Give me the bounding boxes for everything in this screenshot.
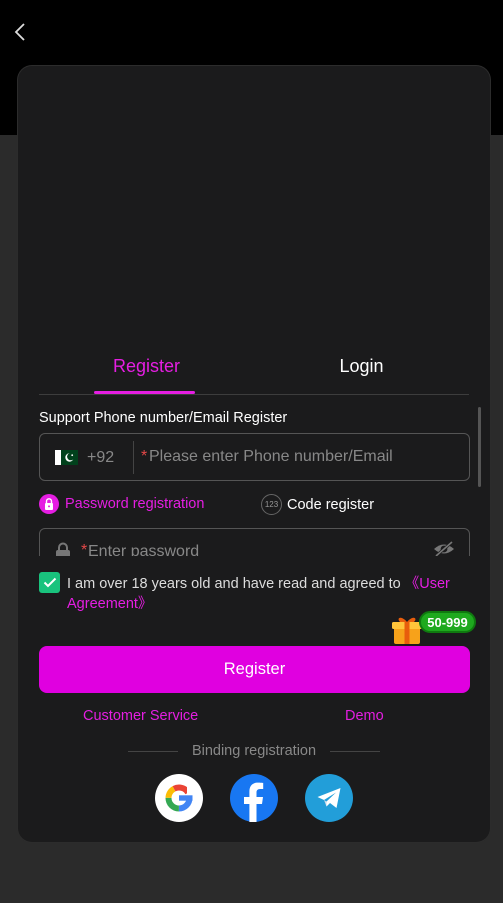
bonus-badge[interactable]: 50-999 — [419, 611, 476, 633]
phone-email-input[interactable] — [140, 440, 460, 474]
telegram-login-button[interactable] — [305, 774, 353, 822]
pakistan-flag-icon[interactable] — [55, 450, 78, 465]
active-tab-indicator — [94, 391, 195, 394]
country-code[interactable]: +92 — [87, 449, 114, 467]
back-button[interactable] — [8, 18, 32, 46]
tab-register[interactable]: Register — [39, 350, 254, 394]
password-field: * — [39, 528, 470, 556]
agreement-checkbox[interactable] — [39, 572, 60, 593]
demo-link[interactable]: Demo — [345, 708, 384, 724]
tab-login[interactable]: Login — [254, 350, 469, 394]
google-login-button[interactable] — [155, 774, 203, 822]
divider-line — [128, 750, 178, 752]
eye-off-icon[interactable] — [432, 540, 456, 556]
binding-divider: Binding registration — [128, 743, 381, 759]
password-field-clip: * — [39, 528, 470, 556]
facebook-icon — [244, 782, 264, 822]
numeric-code-icon: 123 — [261, 494, 282, 515]
agreement-text: I am over 18 years old and have read and… — [67, 574, 472, 614]
field-divider — [133, 441, 134, 474]
binding-registration-label: Binding registration — [191, 743, 317, 759]
phone-field: +92 * — [39, 433, 470, 481]
register-card: Register Login Support Phone number/Emai… — [18, 66, 490, 842]
chevron-left-icon — [14, 23, 25, 41]
customer-service-link[interactable]: Customer Service — [83, 708, 198, 724]
code-register-option[interactable]: 123 Code register — [261, 494, 374, 515]
register-button[interactable]: Register — [39, 646, 470, 693]
support-label: Support Phone number/Email Register — [39, 410, 288, 426]
scrollbar[interactable] — [478, 407, 481, 487]
password-input[interactable] — [88, 535, 418, 556]
agreement-statement: I am over 18 years old and have read and… — [67, 576, 405, 592]
divider-line — [330, 750, 381, 752]
password-registration-option[interactable]: Password registration — [39, 494, 204, 514]
gift-icon[interactable] — [391, 614, 423, 646]
lock-icon — [56, 542, 70, 556]
code-register-label: Code register — [287, 496, 375, 513]
facebook-login-button[interactable] — [230, 774, 278, 822]
tab-bar: Register Login — [39, 350, 469, 395]
telegram-icon — [317, 788, 341, 808]
password-registration-label: Password registration — [65, 496, 205, 512]
google-icon — [165, 784, 196, 812]
lock-icon — [39, 494, 59, 514]
checkmark-icon — [43, 577, 56, 588]
required-mark: * — [81, 542, 88, 556]
